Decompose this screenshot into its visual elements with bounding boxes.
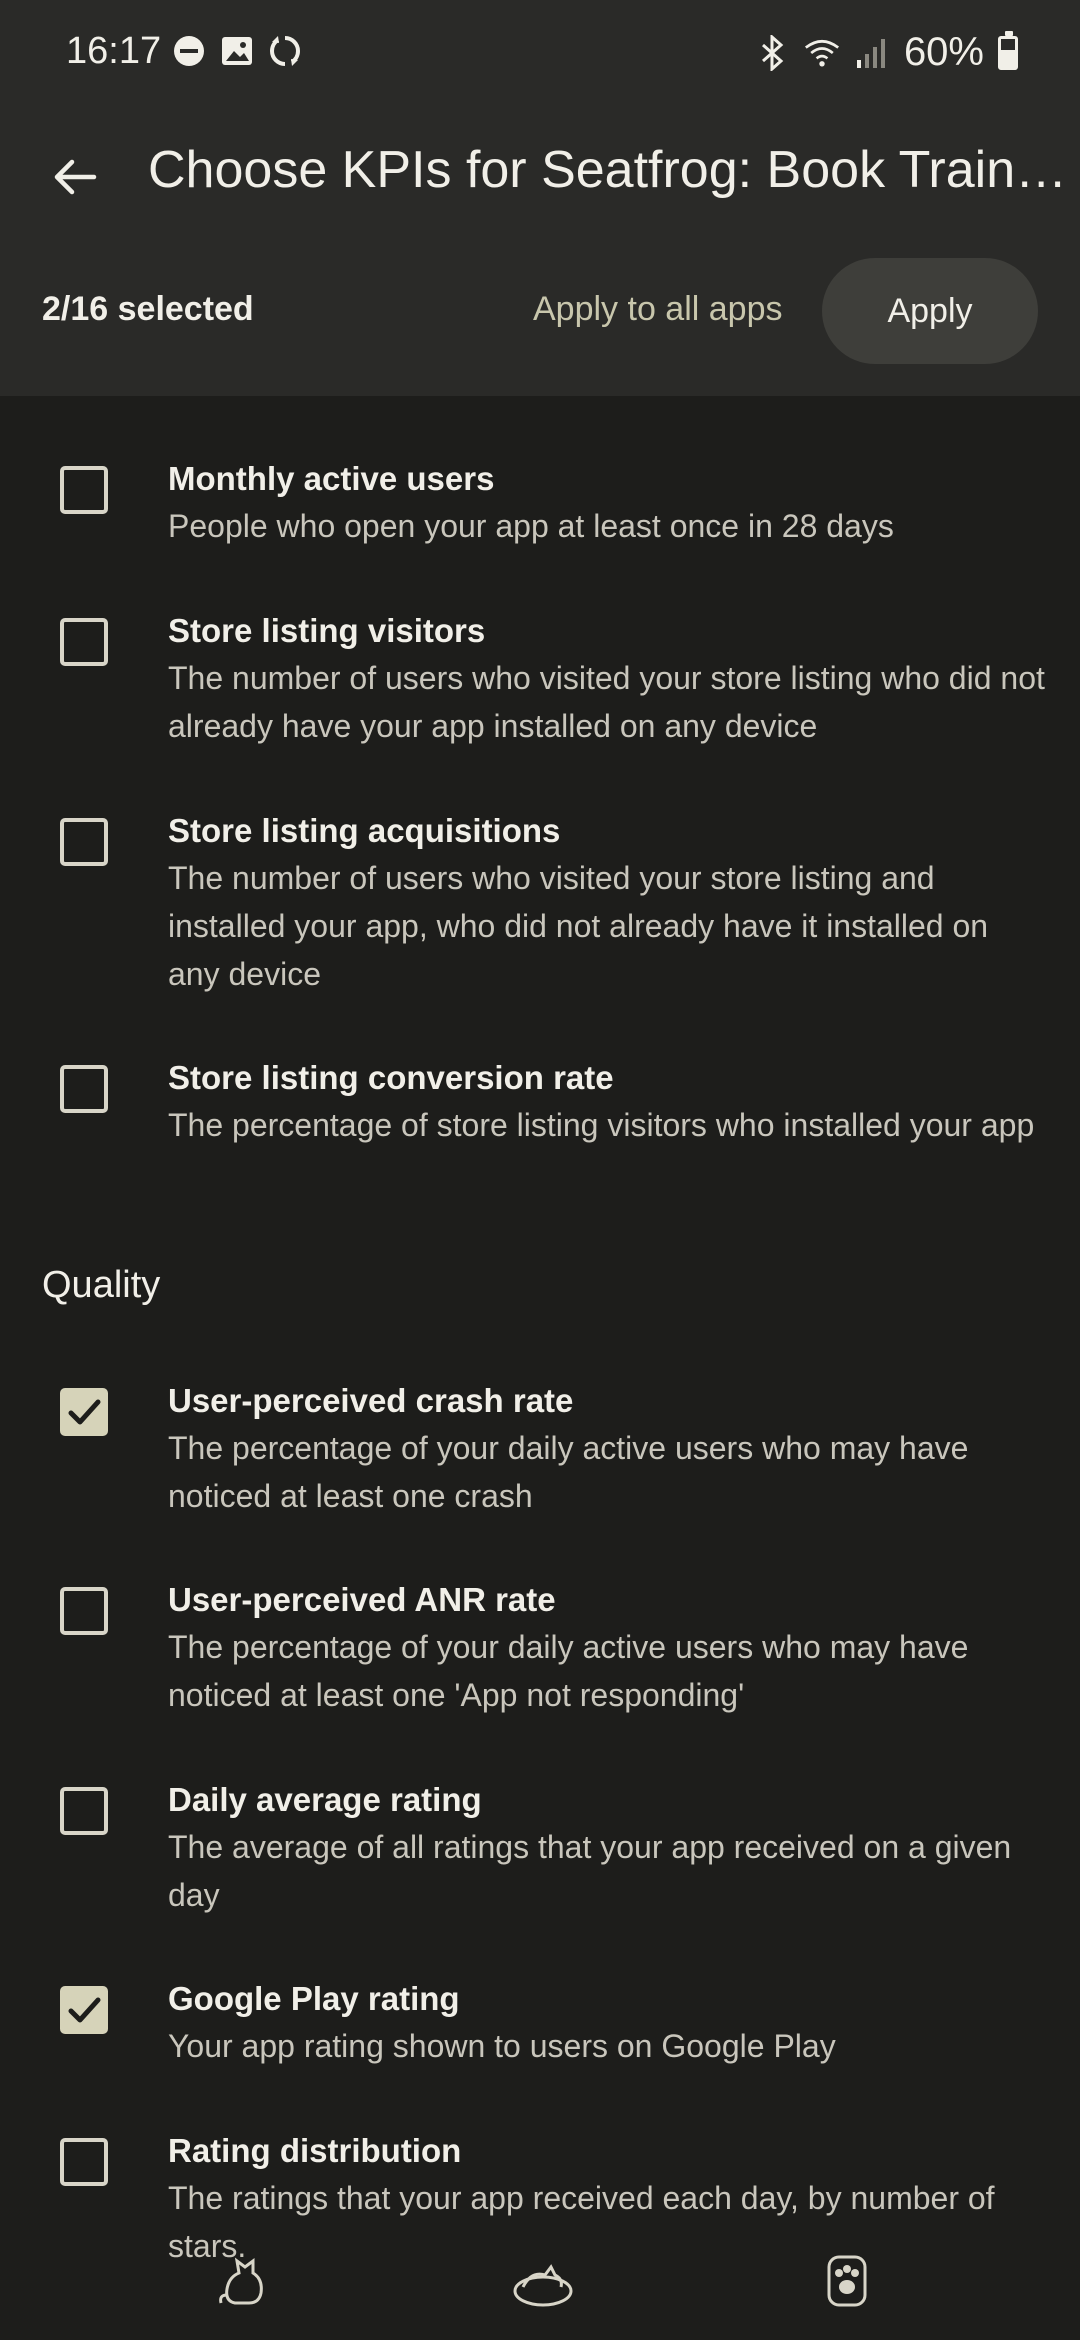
- kpi-title: Store listing acquisitions: [168, 812, 561, 849]
- cat-sitting-icon[interactable]: [210, 2246, 280, 2316]
- paw-icon[interactable]: [812, 2246, 882, 2316]
- checkbox[interactable]: [60, 466, 108, 514]
- checkbox-checked[interactable]: [60, 1388, 108, 1436]
- kpi-title: User-perceived crash rate: [168, 1382, 574, 1419]
- system-status: 60%: [754, 30, 1018, 75]
- kpi-description: The average of all ratings that your app…: [168, 1829, 1012, 1913]
- checkbox[interactable]: [60, 1787, 108, 1835]
- kpi-description: The percentage of store listing visitors…: [168, 1107, 1035, 1143]
- kpi-title: Store listing visitors: [168, 612, 486, 649]
- wifi-icon: [804, 35, 840, 71]
- kpi-description: People who open your app at least once i…: [168, 508, 894, 544]
- status-bar: 16:17 60%: [0, 0, 1080, 110]
- kpi-description: The number of users who visited your sto…: [168, 860, 989, 992]
- selection-bar: 2/16 selected Apply to all apps Apply: [0, 258, 1080, 368]
- kpi-title: Rating distribution: [168, 2132, 462, 2169]
- kpi-description: Your app rating shown to users on Google…: [168, 2028, 836, 2064]
- status-time: 16:17: [66, 30, 162, 72]
- check-icon: [68, 1997, 101, 2023]
- kpi-title: User-perceived ANR rate: [168, 1581, 556, 1618]
- checkbox[interactable]: [60, 1587, 108, 1635]
- back-button[interactable]: [40, 142, 110, 212]
- section-title-quality: Quality: [42, 1264, 161, 1306]
- checkbox[interactable]: [60, 2138, 108, 2186]
- top-app-area: 16:17 60% Choose KPIs for Seatfrog: Book…: [0, 0, 1080, 396]
- gallery-icon: [220, 34, 254, 68]
- kpi-title: Monthly active users: [168, 460, 495, 497]
- do-not-disturb-icon: [172, 34, 206, 68]
- battery-icon: [998, 30, 1018, 70]
- selected-count: 2/16 selected: [42, 290, 254, 328]
- checkbox-checked[interactable]: [60, 1986, 108, 2034]
- signal-icon: [854, 35, 890, 71]
- back-arrow-icon: [54, 159, 97, 195]
- sync-icon: [268, 34, 302, 68]
- page-title: Choose KPIs for Seatfrog: Book Train T..…: [148, 141, 1080, 199]
- apply-button[interactable]: Apply: [822, 258, 1038, 364]
- kpi-title: Daily average rating: [168, 1781, 482, 1818]
- cat-bed-icon[interactable]: [508, 2246, 578, 2316]
- checkbox[interactable]: [60, 818, 108, 866]
- kpi-description: The percentage of your daily active user…: [168, 1629, 969, 1713]
- notification-icons: [172, 34, 302, 68]
- kpi-title: Google Play rating: [168, 1980, 460, 2017]
- app-bar: Choose KPIs for Seatfrog: Book Train T..…: [0, 120, 1080, 220]
- apply-to-all-apps-button[interactable]: Apply to all apps: [533, 290, 783, 329]
- kpi-description: The number of users who visited your sto…: [168, 660, 1045, 744]
- checkbox[interactable]: [60, 1065, 108, 1113]
- kpi-description: The percentage of your daily active user…: [168, 1430, 969, 1514]
- bottom-navigation: [0, 2240, 1080, 2340]
- bluetooth-icon: [754, 34, 790, 71]
- battery-percent: 60%: [903, 30, 984, 74]
- check-icon: [68, 1399, 101, 1425]
- kpi-title: Store listing conversion rate: [168, 1059, 614, 1096]
- checkbox[interactable]: [60, 618, 108, 666]
